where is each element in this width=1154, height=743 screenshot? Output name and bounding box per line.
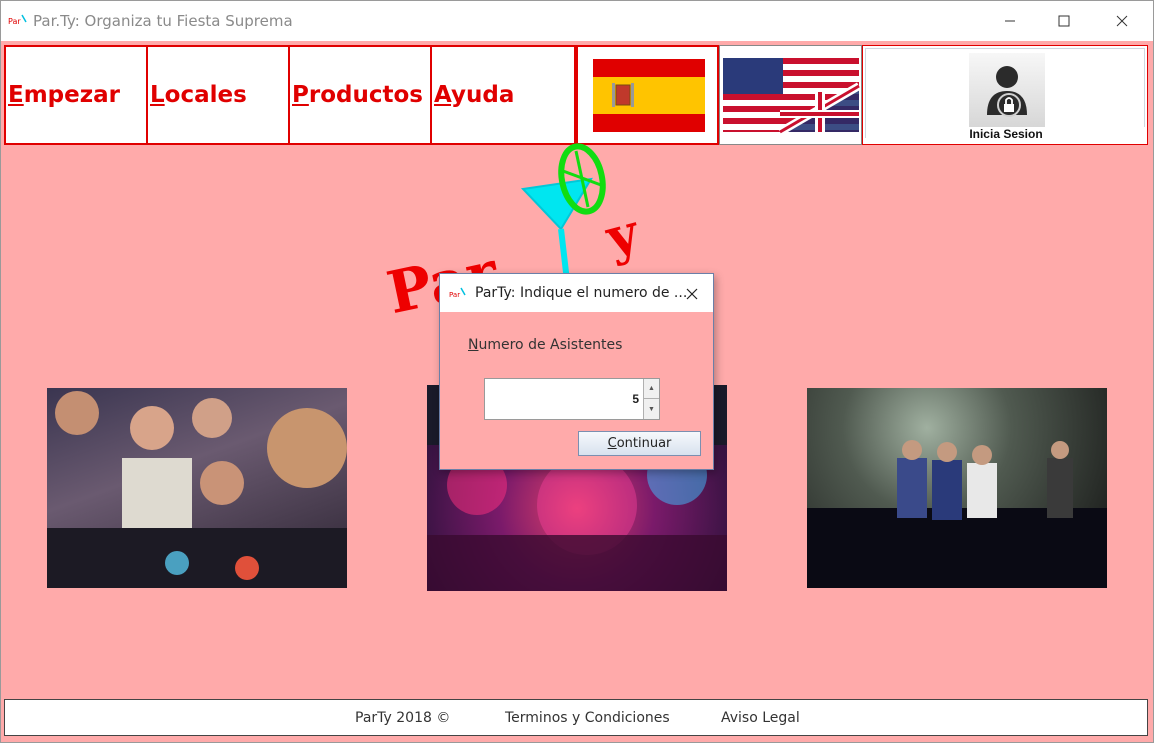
- attendees-dialog: Par ParTy: Indique el numero de ... Nume…: [439, 273, 714, 470]
- svg-text:Par: Par: [8, 17, 21, 26]
- spanish-language-button[interactable]: [576, 45, 719, 145]
- menu-item-productos[interactable]: Productos: [290, 47, 432, 143]
- spinner-up-icon[interactable]: ▲: [643, 379, 659, 399]
- footer-terms-link[interactable]: Terminos y Condiciones: [505, 710, 670, 726]
- menu-item-locales[interactable]: Locales: [148, 47, 290, 143]
- menu-item-empezar[interactable]: Empezar: [6, 47, 148, 143]
- app-logo-icon: Par: [449, 287, 466, 299]
- dialog-title-bar: Par ParTy: Indique el numero de ...: [440, 274, 713, 312]
- svg-text:Par: Par: [449, 291, 460, 299]
- spinner-down-icon[interactable]: ▼: [643, 399, 659, 419]
- footer-copyright: ParTy 2018 ©: [355, 710, 451, 726]
- menu-item-label: Locales: [150, 82, 247, 108]
- user-lock-icon: [969, 53, 1045, 129]
- login-panel: Inicia Sesion: [865, 48, 1146, 141]
- english-language-button[interactable]: [719, 45, 862, 145]
- login-button[interactable]: Inicia Sesion: [862, 45, 1148, 145]
- app-logo-icon: Par: [8, 14, 27, 26]
- close-icon[interactable]: [1099, 1, 1145, 41]
- dialog-title: ParTy: Indique el numero de ...: [475, 285, 688, 301]
- footer: ParTy 2018 © Terminos y Condiciones Avis…: [4, 699, 1148, 736]
- menu-item-label: Productos: [292, 82, 423, 108]
- app-window: Par Par.Ty: Organiza tu Fiesta Suprema E…: [0, 0, 1154, 743]
- continue-button[interactable]: Continuar: [578, 431, 701, 456]
- attendees-spinner[interactable]: 5 ▲ ▼: [484, 378, 660, 420]
- party-photo-friends: [47, 388, 347, 588]
- party-photo-concert: [807, 388, 1107, 588]
- dialog-close-icon[interactable]: [678, 280, 706, 308]
- usa-uk-flag-icon: [723, 58, 862, 136]
- main-menu: Empezar Locales Productos Ayuda: [4, 45, 576, 145]
- maximize-icon[interactable]: [1041, 1, 1087, 41]
- logo-text-y: y: [599, 202, 647, 269]
- footer-legal-link[interactable]: Aviso Legal: [721, 710, 800, 726]
- menu-item-ayuda[interactable]: Ayuda: [432, 47, 574, 143]
- minimize-icon[interactable]: [987, 1, 1033, 41]
- spain-flag-icon: [592, 58, 705, 133]
- title-bar: Par Par.Ty: Organiza tu Fiesta Suprema: [1, 1, 1153, 41]
- attendees-label: Numero de Asistentes: [468, 337, 623, 353]
- spinner-value[interactable]: 5: [632, 392, 639, 406]
- window-title: Par.Ty: Organiza tu Fiesta Suprema: [33, 12, 293, 30]
- menu-item-label: Ayuda: [434, 82, 515, 108]
- login-label: Inicia Sesion: [866, 127, 1146, 141]
- continue-label: Continuar: [607, 436, 672, 451]
- menu-item-label: Empezar: [8, 82, 120, 108]
